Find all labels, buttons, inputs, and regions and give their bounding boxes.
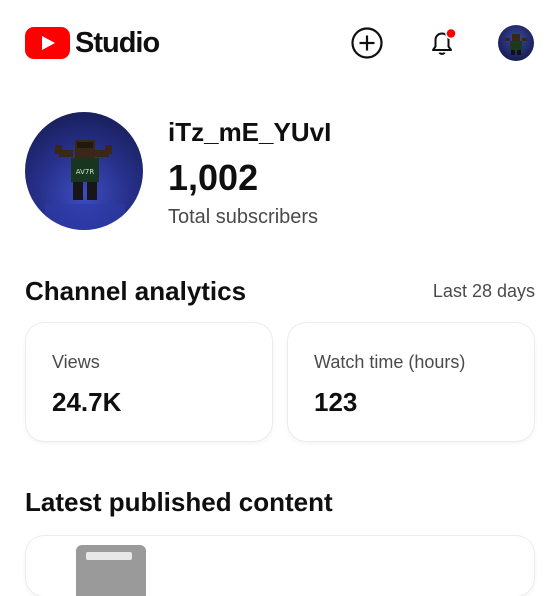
channel-name: iTz_mE_YUvI [168,117,332,147]
bell-icon [432,27,457,55]
channel-avatar[interactable]: AV7R [25,112,143,230]
views-value: 24.7K [52,387,122,417]
brand-text: Studio [75,27,160,59]
latest-content-heading: Latest published content [25,487,333,517]
watch-time-card[interactable]: Watch time (hours) 123 [288,323,534,441]
studio-logo[interactable]: Studio [25,27,160,59]
subscriber-count: 1,002 [168,157,259,198]
svg-text:AV7R: AV7R [76,168,95,176]
subscriber-label: Total subscribers [168,206,319,228]
views-card[interactable]: Views 24.7K [26,323,272,441]
watch-time-label: Watch time (hours) [314,352,466,372]
notifications-button[interactable] [425,26,459,60]
views-label: Views [52,352,100,372]
add-circle-icon [351,27,383,59]
youtube-play-icon [25,27,70,59]
latest-content-card[interactable] [26,536,534,596]
watch-time-value: 123 [314,387,358,417]
date-range: Last 28 days [432,281,535,301]
account-avatar[interactable] [498,25,534,61]
avatar-character-icon: AV7R [45,140,125,230]
notification-dot [445,27,457,40]
avatar-character-icon [505,34,527,55]
analytics-heading: Channel analytics [25,276,247,306]
create-button[interactable] [350,26,384,60]
video-thumbnail[interactable] [76,545,146,596]
